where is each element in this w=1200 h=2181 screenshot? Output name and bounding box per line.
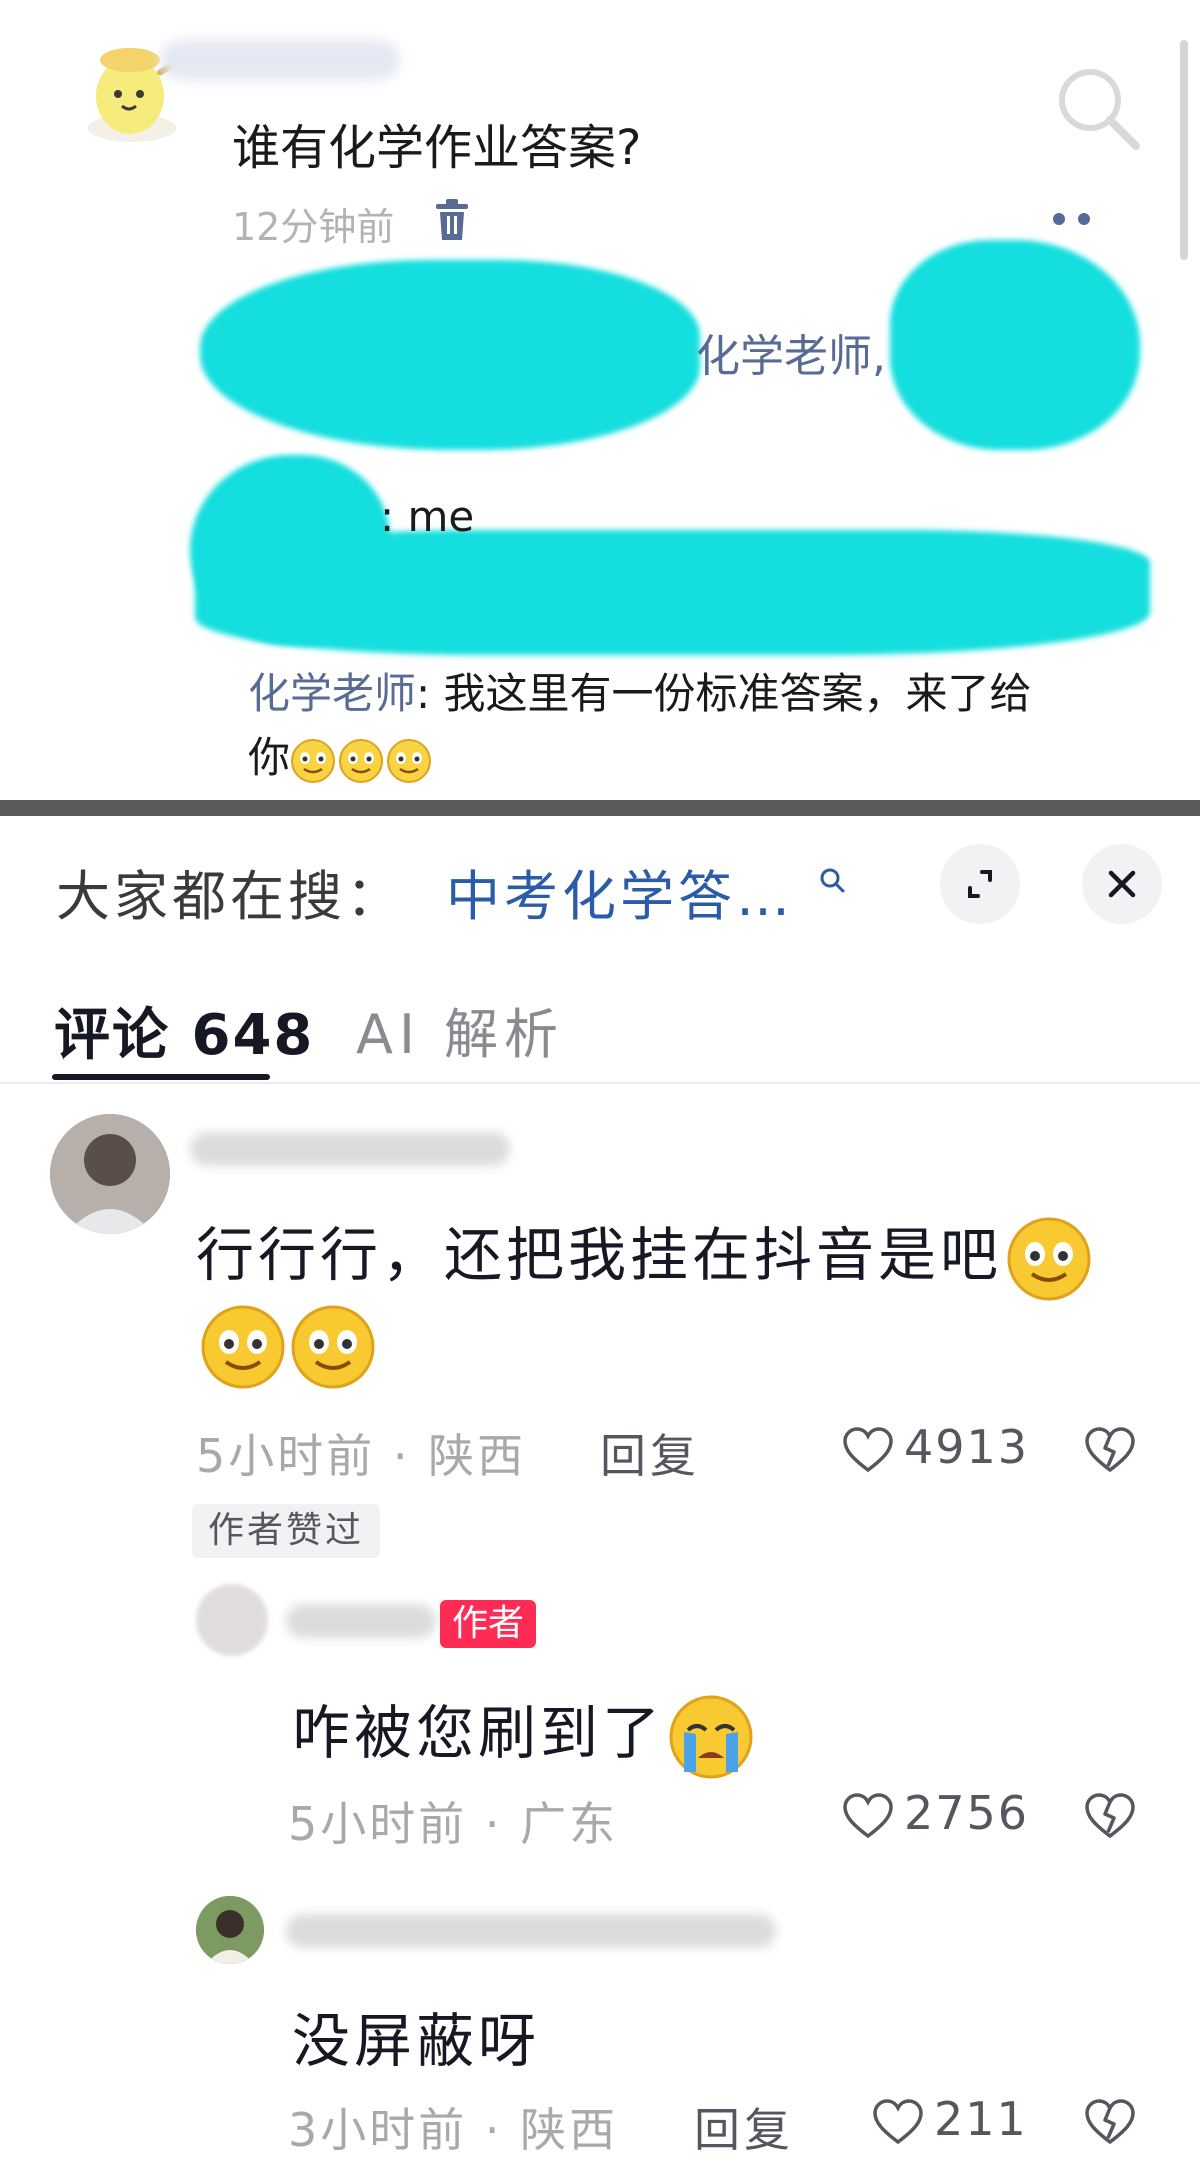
- divider: [0, 1082, 1200, 1084]
- post-question: 谁有化学作业答案?: [232, 120, 642, 176]
- more-dots-icon[interactable]: [1052, 212, 1092, 226]
- broken-heart-icon[interactable]: [1084, 1426, 1136, 1474]
- person-avatar-icon: [196, 1896, 264, 1964]
- heart-icon[interactable]: [872, 2098, 924, 2146]
- reply-text: : 我这里有一份标准答案，来了给: [416, 669, 1032, 718]
- avatar[interactable]: [50, 1114, 170, 1234]
- search-suggest-query[interactable]: 中考化学答…: [446, 852, 794, 931]
- reply-author[interactable]: 化学老师: [248, 669, 416, 718]
- trash-icon[interactable]: [434, 198, 470, 242]
- tab-comments[interactable]: 评论 648: [54, 990, 314, 1071]
- close-button[interactable]: [1082, 844, 1162, 924]
- comment-text: 没屏蔽呀: [292, 2007, 541, 2075]
- search-icon[interactable]: [1052, 62, 1142, 152]
- smile-emoji: [291, 738, 336, 783]
- comment-text-part: 行行行，还把我挂在抖音是吧: [196, 1221, 1003, 1289]
- redaction-scribble: [195, 530, 1150, 655]
- expand-icon: [968, 870, 992, 898]
- mention-name[interactable]: 化学老师: [696, 331, 872, 382]
- avatar[interactable]: [196, 1584, 268, 1656]
- active-tab-indicator: [52, 1074, 270, 1080]
- me-comment: : me: [380, 492, 475, 541]
- expand-button[interactable]: [940, 844, 1020, 924]
- reply-text-cont: 你: [248, 733, 291, 782]
- like-count: 211: [934, 2092, 1028, 2146]
- heart-icon[interactable]: [842, 1426, 894, 1474]
- heart-icon[interactable]: [842, 1792, 894, 1840]
- reply-button[interactable]: 回复: [694, 2094, 794, 2160]
- comment-meta: 3小时前 · 陕西: [288, 2103, 619, 2157]
- avatar[interactable]: [196, 1896, 264, 1964]
- search-icon[interactable]: [818, 866, 846, 894]
- search-suggest-label: 大家都在搜：: [56, 865, 404, 928]
- crying-emoji: [669, 1695, 753, 1779]
- author-liked-badge: 作者赞过: [192, 1504, 381, 1558]
- comment-emoji-line: [196, 1304, 376, 1390]
- blurred-username: [160, 40, 400, 80]
- blurred-username: [286, 1914, 776, 1948]
- like-count: 2756: [904, 1786, 1030, 1840]
- person-avatar-icon: [50, 1114, 170, 1234]
- broken-heart-icon[interactable]: [1084, 1792, 1136, 1840]
- reply-button[interactable]: 回复: [600, 1420, 700, 1486]
- smile-emoji: [291, 1305, 375, 1389]
- like-count: 4913: [904, 1420, 1030, 1474]
- mention-line: 化学老师,: [696, 320, 886, 384]
- smile-emoji: [339, 738, 384, 783]
- scrollbar[interactable]: [1180, 40, 1188, 260]
- smile-emoji: [1007, 1217, 1091, 1301]
- smile-emoji: [387, 738, 432, 783]
- author-tag: 作者: [440, 1600, 537, 1648]
- redaction-scribble: [890, 240, 1140, 450]
- post-time: 12分钟前: [232, 205, 395, 249]
- close-icon: [1108, 870, 1136, 898]
- blurred-username: [286, 1604, 436, 1638]
- redaction-scribble: [200, 260, 700, 450]
- smile-emoji: [201, 1305, 285, 1389]
- post-screenshot: 谁有化学作业答案? 12分钟前 化学老师, : me 化学老师: 我这里有一份标…: [0, 0, 1200, 800]
- comment-meta: 5小时前 · 陕西: [196, 1429, 527, 1483]
- teacher-reply: 化学老师: 我这里有一份标准答案，来了给: [248, 660, 1032, 721]
- mention-suffix: ,: [872, 331, 886, 382]
- comment-meta: 5小时前 · 广东: [288, 1797, 619, 1851]
- tab-ai-analysis[interactable]: AI 解析: [356, 990, 564, 1069]
- teacher-reply-cont: 你: [248, 724, 434, 785]
- blurred-username: [190, 1132, 510, 1166]
- panel-backdrop: [0, 800, 1200, 816]
- comment-text: 咋被您刷到了: [292, 1686, 754, 1780]
- comment-text: 行行行，还把我挂在抖音是吧: [196, 1208, 1092, 1302]
- broken-heart-icon[interactable]: [1084, 2098, 1136, 2146]
- comment-text-part: 咋被您刷到了: [292, 1699, 665, 1767]
